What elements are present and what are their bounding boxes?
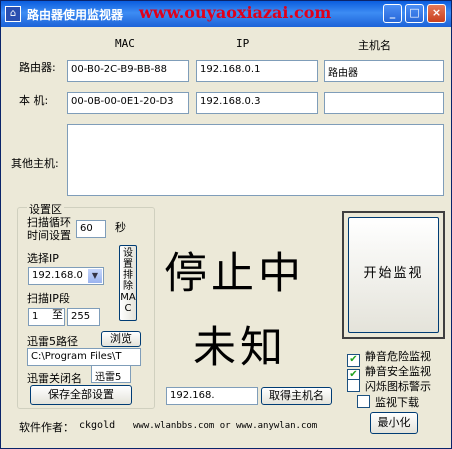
thunder-path-label: 迅雷5路径 [27, 335, 78, 348]
author-name: ckgold [79, 420, 116, 431]
local-hostname-field[interactable] [324, 92, 444, 114]
local-ip-field[interactable]: 192.168.0.3 [196, 92, 318, 114]
website-links: www.wlanbbs.com or www.anywlan.com [133, 421, 318, 431]
local-mac-field[interactable]: 00-0B-00-0E1-20-D3 [67, 92, 189, 114]
browse-button[interactable]: 浏览 [101, 331, 141, 347]
column-header-ip: IP [236, 37, 250, 50]
title-bar[interactable]: ⌂ 路由器使用监视器 www.ouyaoxiazai.com _ □ × [1, 1, 451, 27]
save-all-settings-button[interactable]: 保存全部设置 [30, 385, 132, 405]
exclude-mac-button[interactable]: 设置排除MAC [119, 245, 137, 321]
close-window-button[interactable]: × [427, 4, 446, 23]
scan-interval-label-2: 时间设置 [27, 229, 71, 242]
router-mac-field[interactable]: 00-B0-2C-B9-BB-88 [67, 60, 189, 82]
other-hosts-label: 其他主机: [11, 157, 59, 170]
settings-group-label: 设置区 [27, 201, 64, 217]
host-lookup-ip-input[interactable]: 192.168. [166, 387, 258, 405]
scan-interval-label-1: 扫描循环 [27, 216, 71, 229]
seconds-unit-label: 秒 [115, 221, 126, 234]
author-label: 软件作者： [19, 421, 74, 434]
thunder-path-input[interactable]: C:\Program Files\T [27, 348, 141, 366]
checkbox-box [357, 395, 370, 408]
status-state-text: 停止中 [164, 249, 305, 299]
ip-range-to-label: 至 [52, 308, 63, 321]
column-header-hostname: 主机名 [358, 39, 391, 52]
watermark-text: www.ouyaoxiazai.com [139, 3, 332, 22]
checkbox-box [347, 379, 360, 392]
other-hosts-textarea[interactable] [67, 124, 444, 196]
mute-safe-label: 静音安全监视 [365, 365, 431, 378]
column-header-mac: MAC [115, 37, 135, 50]
select-ip-label: 选择IP [27, 252, 59, 265]
flash-icon-checkbox[interactable]: 闪烁图标警示 [347, 378, 431, 394]
mute-danger-label: 静音危险监视 [365, 350, 431, 363]
ip-range-label: 扫描IP段 [27, 292, 70, 305]
local-row-label: 本 机: [19, 94, 49, 107]
main-window: ⌂ 路由器使用监视器 www.ouyaoxiazai.com _ □ × MAC… [0, 0, 452, 449]
start-button-frame: 开始监视 [342, 211, 445, 339]
get-hostname-button[interactable]: 取得主机名 [261, 387, 332, 405]
router-hostname-field[interactable]: 路由器 [324, 60, 444, 82]
monitor-download-checkbox[interactable]: 监视下载 [357, 394, 419, 410]
minimize-window-button[interactable]: _ [383, 4, 402, 23]
flash-icon-label: 闪烁图标警示 [365, 380, 431, 393]
scan-interval-input[interactable]: 60 [76, 220, 106, 238]
router-ip-field[interactable]: 192.168.0.1 [196, 60, 318, 82]
select-ip-value: 192.168.0 [32, 270, 83, 281]
thunder-close-input[interactable]: 迅雷5 [91, 365, 131, 383]
router-row-label: 路由器: [19, 61, 56, 74]
router-icon: ⌂ [5, 6, 21, 22]
status-result-text: 未知 [193, 323, 287, 373]
select-ip-dropdown[interactable]: 192.168.0 ▼ [28, 267, 104, 285]
thunder-close-label: 迅雷关闭名 [27, 372, 82, 385]
maximize-window-button[interactable]: □ [405, 4, 424, 23]
start-monitor-button[interactable]: 开始监视 [348, 217, 439, 333]
monitor-download-label: 监视下载 [375, 396, 419, 409]
chevron-down-icon[interactable]: ▼ [88, 269, 102, 283]
minimize-button[interactable]: 最小化 [370, 412, 418, 434]
window-title: 路由器使用监视器 [27, 8, 124, 22]
ip-range-to-input[interactable]: 255 [67, 308, 100, 326]
